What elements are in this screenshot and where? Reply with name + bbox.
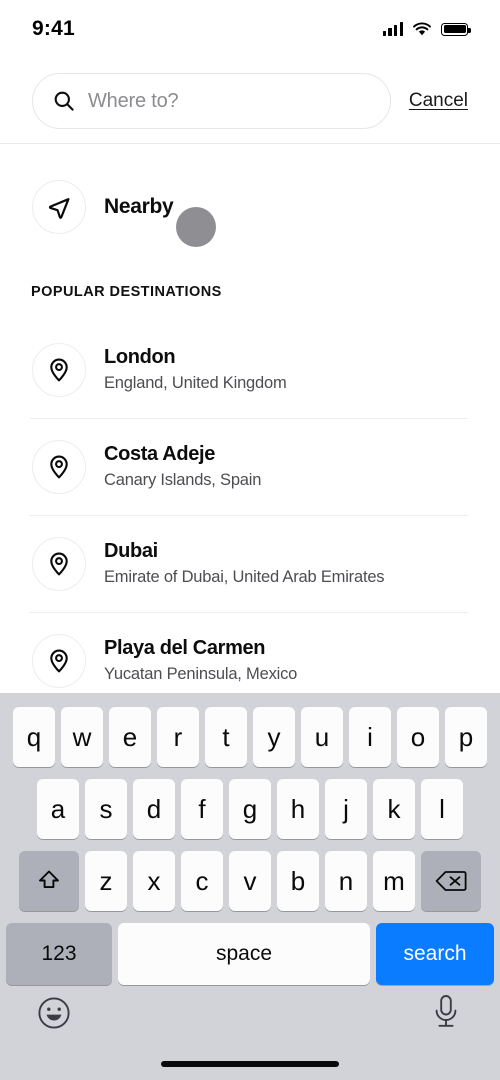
backspace-delete-icon bbox=[435, 871, 467, 891]
list-item[interactable]: Costa Adeje Canary Islands, Spain bbox=[0, 418, 500, 515]
keyboard-row-2: a s d f g h j k l bbox=[0, 767, 500, 839]
search-key[interactable]: search bbox=[376, 923, 494, 985]
location-pin-icon bbox=[32, 439, 86, 494]
on-screen-keyboard: q w e r t y u i o p a s d f g h j k l z … bbox=[0, 693, 500, 1080]
list-item[interactable]: London England, United Kingdom bbox=[0, 321, 500, 418]
key-e[interactable]: e bbox=[109, 707, 151, 767]
destination-name: Costa Adeje bbox=[104, 443, 215, 465]
microphone-button[interactable] bbox=[430, 992, 462, 1037]
key-f[interactable]: f bbox=[181, 779, 223, 839]
key-y[interactable]: y bbox=[253, 707, 295, 767]
key-b[interactable]: b bbox=[277, 851, 319, 911]
key-m[interactable]: m bbox=[373, 851, 415, 911]
touch-indicator bbox=[176, 207, 216, 247]
signal-bars-icon bbox=[382, 22, 403, 36]
header-divider bbox=[0, 143, 500, 144]
home-indicator bbox=[161, 1061, 339, 1067]
nearby-label: Nearby bbox=[104, 195, 174, 218]
key-k[interactable]: k bbox=[373, 779, 415, 839]
key-w[interactable]: w bbox=[61, 707, 103, 767]
key-u[interactable]: u bbox=[301, 707, 343, 767]
destination-name: Playa del Carmen bbox=[104, 637, 266, 659]
key-i[interactable]: i bbox=[349, 707, 391, 767]
key-t[interactable]: t bbox=[205, 707, 247, 767]
location-pin-icon bbox=[32, 633, 86, 688]
key-q[interactable]: q bbox=[13, 707, 55, 767]
keyboard-row-3: z x c v b n m bbox=[0, 839, 500, 911]
destination-list: London England, United Kingdom Costa Ade… bbox=[0, 321, 500, 709]
cancel-button[interactable]: Cancel bbox=[409, 90, 468, 112]
key-l[interactable]: l bbox=[421, 779, 463, 839]
shift-key[interactable] bbox=[19, 851, 79, 911]
key-n[interactable]: n bbox=[325, 851, 367, 911]
nearby-row[interactable]: Nearby bbox=[32, 180, 174, 234]
navigation-arrow-icon bbox=[32, 180, 86, 234]
keyboard-row-4: 123 space search bbox=[0, 911, 500, 985]
key-j[interactable]: j bbox=[325, 779, 367, 839]
backspace-key[interactable] bbox=[421, 851, 481, 911]
key-p[interactable]: p bbox=[445, 707, 487, 767]
key-a[interactable]: a bbox=[37, 779, 79, 839]
emoji-smiley-icon bbox=[38, 997, 70, 1029]
keyboard-row-1: q w e r t y u i o p bbox=[0, 693, 500, 767]
key-v[interactable]: v bbox=[229, 851, 271, 911]
section-title: POPULAR DESTINATIONS bbox=[31, 284, 222, 300]
location-pin-icon bbox=[32, 342, 86, 397]
destination-name: London bbox=[104, 346, 176, 368]
destination-subtitle: England, United Kingdom bbox=[104, 374, 287, 392]
space-key[interactable]: space bbox=[118, 923, 370, 985]
emoji-button[interactable] bbox=[35, 994, 73, 1037]
key-r[interactable]: r bbox=[157, 707, 199, 767]
key-z[interactable]: z bbox=[85, 851, 127, 911]
key-h[interactable]: h bbox=[277, 779, 319, 839]
microphone-icon bbox=[435, 995, 457, 1027]
app-screen: 9:41 Where to? Cancel Nearby POPULAR DES… bbox=[0, 0, 500, 1080]
status-icons bbox=[382, 22, 471, 37]
key-o[interactable]: o bbox=[397, 707, 439, 767]
destination-subtitle: Yucatan Peninsula, Mexico bbox=[104, 665, 298, 683]
status-time: 9:41 bbox=[32, 17, 75, 40]
destination-subtitle: Emirate of Dubai, United Arab Emirates bbox=[104, 568, 385, 586]
key-x[interactable]: x bbox=[133, 851, 175, 911]
location-pin-icon bbox=[32, 536, 86, 591]
status-bar: 9:41 bbox=[0, 0, 500, 58]
key-d[interactable]: d bbox=[133, 779, 175, 839]
shift-arrow-icon bbox=[39, 870, 59, 889]
search-icon bbox=[54, 91, 74, 111]
battery-full-icon bbox=[441, 22, 471, 36]
destination-subtitle: Canary Islands, Spain bbox=[104, 471, 262, 489]
keyboard-bottom-bar bbox=[0, 988, 500, 1080]
search-header: Where to? Cancel bbox=[0, 58, 500, 144]
key-g[interactable]: g bbox=[229, 779, 271, 839]
list-item[interactable]: Dubai Emirate of Dubai, United Arab Emir… bbox=[0, 515, 500, 612]
key-c[interactable]: c bbox=[181, 851, 223, 911]
destination-name: Dubai bbox=[104, 540, 158, 562]
key-s[interactable]: s bbox=[85, 779, 127, 839]
wifi-icon bbox=[413, 22, 431, 35]
search-input[interactable]: Where to? bbox=[32, 73, 391, 129]
numbers-key[interactable]: 123 bbox=[6, 923, 112, 985]
search-placeholder: Where to? bbox=[88, 89, 179, 112]
